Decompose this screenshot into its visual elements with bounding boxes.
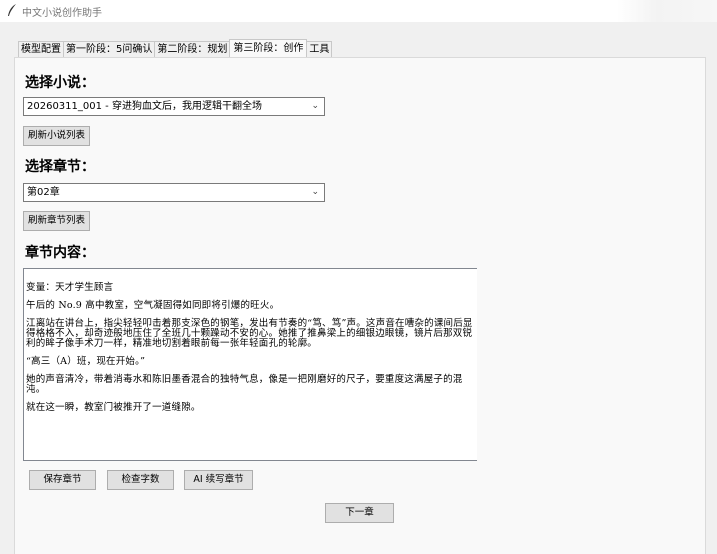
tab-stage-three[interactable]: 第三阶段：创作 xyxy=(229,39,308,57)
select-chapter-heading: 选择章节： xyxy=(25,159,95,175)
tab-model-config[interactable]: 模型配置 xyxy=(18,41,64,57)
novel-select[interactable]: 20260311_001 - 穿进狗血文后，我用逻辑干翻全场 ⌄ xyxy=(23,97,325,116)
content-paragraph: 变量：天才学生顾言 xyxy=(26,282,114,293)
refresh-chapter-list-button[interactable]: 刷新章节列表 xyxy=(23,211,91,231)
content-paragraph: 江离站在讲台上，指尖轻轻叩击着那支深色的钢笔，发出有节奏的“笃、笃”声。这声音在… xyxy=(26,318,473,349)
refresh-novel-list-button[interactable]: 刷新小说列表 xyxy=(23,126,91,146)
tab-bar: 模型配置 第一阶段：5问确认 第二阶段：规划 第三阶段：创作 工具 xyxy=(18,39,333,58)
save-chapter-button[interactable]: 保存章节 xyxy=(29,470,96,490)
chevron-down-icon[interactable]: ⌄ xyxy=(311,184,319,201)
tab-stage-two[interactable]: 第二阶段：规划 xyxy=(154,41,231,57)
next-chapter-button[interactable]: 下一章 xyxy=(325,503,394,523)
title-bar: 中文小说创作助手 xyxy=(0,0,717,22)
ai-continue-chapter-button[interactable]: AI 续写章节 xyxy=(184,470,253,490)
content-paragraph: 午后的 No.9 高中教室，空气凝固得如同即将引爆的旺火。 xyxy=(26,300,280,311)
feather-icon xyxy=(8,4,16,16)
window-title: 中文小说创作助手 xyxy=(22,8,102,19)
chapter-select-value: 第02章 xyxy=(27,187,60,198)
check-word-count-button[interactable]: 检查字数 xyxy=(107,470,174,490)
tab-tools[interactable]: 工具 xyxy=(306,41,333,57)
chevron-down-icon[interactable]: ⌄ xyxy=(311,98,319,115)
content-paragraph: 就在这一瞬，教室门被推开了一道缝隙。 xyxy=(26,402,201,413)
content-paragraph: 她的声音清冷，带着消毒水和陈旧墨香混合的独特气息，像是一把刚磨好的尺子，要重度这… xyxy=(26,374,463,395)
chapter-content-heading: 章节内容： xyxy=(25,245,95,261)
chapter-content-textarea[interactable]: 变量：天才学生顾言 午后的 No.9 高中教室，空气凝固得如同即将引爆的旺火。 … xyxy=(23,268,477,461)
chapter-select[interactable]: 第02章 ⌄ xyxy=(23,183,325,202)
tab-stage-one[interactable]: 第一阶段：5问确认 xyxy=(63,41,156,57)
novel-select-value: 20260311_001 - 穿进狗血文后，我用逻辑干翻全场 xyxy=(27,101,262,112)
window-controls[interactable] xyxy=(617,0,717,22)
content-paragraph: “高三（A）班，现在开始。” xyxy=(26,356,146,367)
select-novel-heading: 选择小说： xyxy=(25,75,95,91)
